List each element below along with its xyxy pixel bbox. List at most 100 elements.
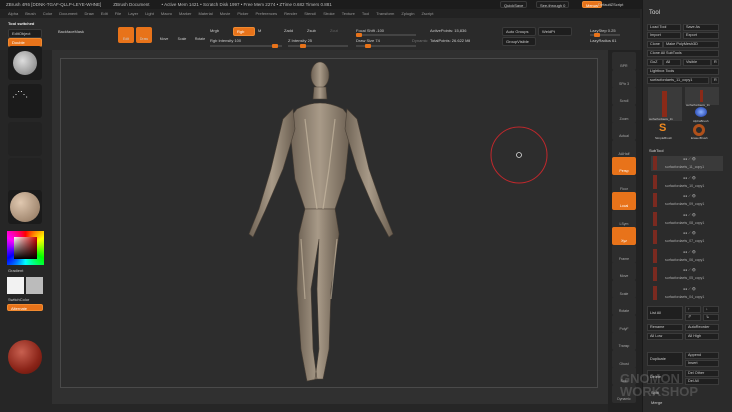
- quicksave-button[interactable]: QuickSave: [500, 1, 528, 8]
- menu-movie[interactable]: Movie: [220, 11, 231, 16]
- focal-shift-slider[interactable]: [356, 33, 416, 37]
- right-btn-floor[interactable]: Floor: [612, 174, 636, 193]
- secondary-color-swatch[interactable]: [26, 277, 43, 294]
- menu-draw[interactable]: Draw: [84, 11, 93, 16]
- right-btn-transp[interactable]: Transp: [612, 332, 636, 350]
- weldpt-button[interactable]: WeldPt: [538, 27, 572, 36]
- z-intensity-slider[interactable]: [288, 44, 348, 48]
- right-btn-local[interactable]: Local: [612, 192, 636, 210]
- menu-macro[interactable]: Macro: [161, 11, 172, 16]
- menu-zscript[interactable]: Zscript: [421, 11, 433, 16]
- menu-alpha[interactable]: Alpha: [8, 11, 18, 16]
- texture-thumbnail[interactable]: [8, 158, 42, 192]
- menu-document[interactable]: Document: [59, 11, 77, 16]
- menu-preferences[interactable]: Preferences: [256, 11, 278, 16]
- subtool-item[interactable]: ●● ⟋ 👁 surfacfordaets_05_copy1: [651, 267, 723, 282]
- menu-material[interactable]: Material: [198, 11, 212, 16]
- load-tool-button[interactable]: Load Tool: [647, 24, 681, 31]
- auto-groups-button[interactable]: Auto Groups: [502, 27, 536, 36]
- human-figure-model[interactable]: [61, 59, 599, 389]
- all-high-button[interactable]: All High: [685, 333, 719, 340]
- menu-texture[interactable]: Texture: [342, 11, 355, 16]
- zsub-button[interactable]: Zsub: [307, 28, 316, 33]
- m-button[interactable]: M: [258, 28, 261, 33]
- move-down-button[interactable]: ↓: [703, 306, 719, 313]
- right-btn-rotate[interactable]: Rotate: [612, 297, 636, 315]
- rgb-intensity-slider[interactable]: [210, 44, 282, 48]
- append-button[interactable]: Append: [685, 352, 719, 359]
- right-btn-aahalf[interactable]: AAHalf: [612, 139, 636, 158]
- material-thumbnail[interactable]: [8, 190, 42, 224]
- menu-picker[interactable]: Picker: [237, 11, 248, 16]
- move-up-button[interactable]: ↑: [685, 306, 701, 313]
- dynamic-button[interactable]: Dynamic: [412, 38, 428, 43]
- rgb-button[interactable]: Rgb: [233, 27, 255, 36]
- clone-button[interactable]: Clone: [647, 41, 663, 48]
- menu-layer[interactable]: Layer: [128, 11, 138, 16]
- clone-all-subtools-button[interactable]: Clone All SubTools: [647, 50, 719, 57]
- subtool-item[interactable]: ●● ⟋ 👁 surfacfordaets_07_copy1: [651, 230, 723, 245]
- subtool-icons[interactable]: ●● ⟋ 👁: [683, 157, 696, 161]
- backface-mask[interactable]: BackfaceMask: [58, 29, 84, 34]
- subtool-icons[interactable]: ●● ⟋ 👁: [683, 213, 696, 217]
- scale-button[interactable]: Scale: [174, 27, 190, 43]
- menu-tool[interactable]: Tool: [362, 11, 369, 16]
- move-button[interactable]: Move: [156, 27, 172, 43]
- right-btn-bpr[interactable]: BPR: [612, 52, 636, 70]
- save-as-button[interactable]: Save As: [683, 24, 719, 31]
- tool-thumb-main[interactable]: surfacfordaets_11: [648, 87, 682, 121]
- right-btn-ghost[interactable]: Ghost: [612, 349, 636, 368]
- lightbox-tools-button[interactable]: Lightbox Tools: [647, 68, 719, 75]
- right-btn-scroll[interactable]: Scroll: [612, 87, 636, 105]
- right-btn-frame[interactable]: Frame: [612, 244, 636, 263]
- menu-light[interactable]: Light: [145, 11, 154, 16]
- right-btn-spix-3[interactable]: SPix 3: [612, 69, 636, 88]
- import-button[interactable]: Import: [647, 32, 681, 39]
- right-btn-actual[interactable]: Actual: [612, 122, 636, 140]
- menu-edit[interactable]: Edit: [101, 11, 108, 16]
- editobject-button[interactable]: EditObject: [8, 29, 42, 38]
- insert-button[interactable]: Insert: [685, 360, 719, 367]
- current-tool-r[interactable]: R: [711, 77, 719, 84]
- alternate-button[interactable]: Alternate: [7, 304, 43, 311]
- rotate-button[interactable]: Rotate: [192, 27, 208, 43]
- switchcolor-label[interactable]: SwitchColor: [8, 297, 29, 302]
- main-color-swatch[interactable]: [7, 277, 24, 294]
- menu-marker[interactable]: Marker: [179, 11, 191, 16]
- menu-transform[interactable]: Transform: [376, 11, 394, 16]
- subtool-item[interactable]: ●● ⟋ 👁 surfacfordaets_06_copy1: [651, 248, 723, 264]
- list-all-button[interactable]: List All: [647, 306, 683, 320]
- goz-button[interactable]: GoZ: [647, 59, 663, 66]
- default-zscript[interactable]: DefaultZScript: [598, 2, 623, 7]
- color-picker[interactable]: [7, 231, 44, 265]
- right-btn-move[interactable]: Move: [612, 262, 636, 280]
- subtool-item[interactable]: ●● ⟋ 👁 surfacfordaets_09_copy1: [651, 193, 723, 208]
- merge-label[interactable]: Merge: [651, 400, 662, 405]
- all-low-button[interactable]: All Low: [647, 333, 683, 340]
- brush-thumbnail[interactable]: [8, 46, 42, 80]
- right-btn-scale[interactable]: Scale: [612, 279, 636, 298]
- edit-button[interactable]: Edit: [118, 27, 134, 43]
- subtool-icons[interactable]: ●● ⟋ 👁: [683, 231, 696, 235]
- subtool-icons[interactable]: ●● ⟋ 👁: [683, 268, 696, 272]
- arrow-up-right-button[interactable]: ↱: [685, 314, 701, 321]
- menu-brush[interactable]: Brush: [25, 11, 35, 16]
- make-polymesh-button[interactable]: Make PolyMesh3D: [663, 41, 719, 48]
- zcut-button[interactable]: Zcut: [330, 28, 338, 33]
- right-btn-persp[interactable]: Persp: [612, 157, 636, 175]
- lazystep-slider[interactable]: [590, 33, 620, 37]
- arrow-down-right-button[interactable]: ↳: [703, 314, 719, 321]
- tool-thumb-2[interactable]: surfacfordaets_11: [685, 87, 719, 107]
- material-sphere-red[interactable]: [8, 340, 42, 374]
- alpha-thumbnail[interactable]: [8, 122, 42, 156]
- draw-button[interactable]: Draw: [136, 27, 152, 43]
- see-through-slider[interactable]: See-through 0: [536, 1, 570, 8]
- autoreorder-button[interactable]: AutoReorder: [685, 324, 719, 331]
- menu-render[interactable]: Render: [284, 11, 297, 16]
- export-button[interactable]: Export: [683, 32, 719, 39]
- alphabrush-icon[interactable]: [695, 107, 707, 117]
- right-btn-lsym[interactable]: LSym: [612, 209, 636, 228]
- draw-size-slider[interactable]: [356, 44, 416, 48]
- right-btn-polyf[interactable]: PolyF: [612, 314, 636, 333]
- subtool-item[interactable]: ●● ⟋ 👁 surfacfordaets_11_copy1: [651, 156, 723, 171]
